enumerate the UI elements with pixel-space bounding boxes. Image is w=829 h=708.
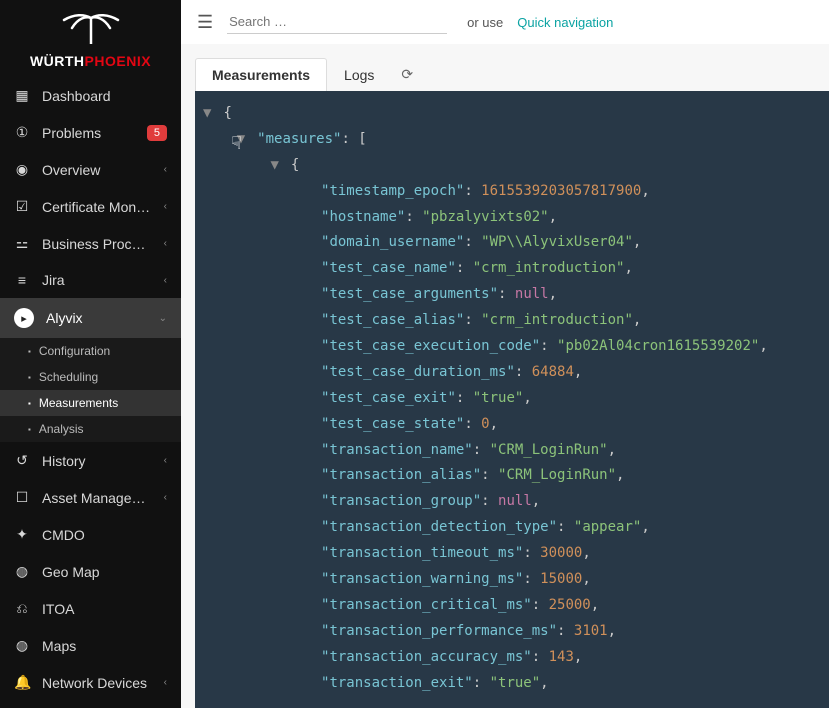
dashboard-icon: ▦ [14,87,30,104]
menu-toggle-icon[interactable]: ☰ [197,12,213,33]
json-field-line[interactable]: "transaction_timeout_ms": 30000, [203,541,821,567]
json-field-line[interactable]: "test_case_exit": "true", [203,386,821,412]
tab-measurements[interactable]: Measurements [195,58,327,91]
chevron-down-icon: ⌄ [159,313,167,324]
chevron-left-icon: ‹ [164,201,167,212]
json-field-line[interactable]: "transaction_name": "CRM_LoginRun", [203,438,821,464]
json-line[interactable]: ▼ { [203,153,821,179]
main-nav-lower: ↺History‹ ☐Asset Management‹ ✦CMDO ◍Geo … [0,442,181,701]
sidebar-item-asset[interactable]: ☐Asset Management‹ [0,479,181,516]
json-field-line[interactable]: "transaction_detection_type": "appear", [203,515,821,541]
chevron-left-icon: ‹ [164,677,167,688]
problems-badge: 5 [147,125,167,141]
sidebar-item-history[interactable]: ↺History‹ [0,442,181,479]
caret-down-icon[interactable]: ▼ [270,153,282,179]
sidebar-item-itoa[interactable]: ⎌ITOA [0,590,181,627]
alyvix-icon: ▸ [14,308,34,328]
caret-down-icon[interactable]: ▼ [237,127,249,153]
sidebar-item-dashboard[interactable]: ▦Dashboard [0,77,181,114]
search-input[interactable] [227,10,447,34]
json-field-line[interactable]: "test_case_arguments": null, [203,282,821,308]
sidebar-item-certmon[interactable]: ☑Certificate Monito…‹ [0,188,181,225]
subnav-configuration[interactable]: Configuration [0,338,181,364]
or-use-label: or use [467,15,503,30]
globe-icon: ◍ [14,637,30,654]
json-field-line[interactable]: "test_case_state": 0, [203,412,821,438]
json-field-line[interactable]: "transaction_critical_ms": 25000, [203,593,821,619]
history-icon: ↺ [14,452,30,469]
brand-text: WÜRTHPHOENIX [14,53,167,69]
sidebar-item-cmdo[interactable]: ✦CMDO [0,516,181,553]
subnav-scheduling[interactable]: Scheduling [0,364,181,390]
json-field-line[interactable]: "test_case_alias": "crm_introduction", [203,308,821,334]
json-field-line[interactable]: "transaction_exit": "true", [203,671,821,697]
sidebar: WÜRTHPHOENIX ▦Dashboard ①Problems5 ◉Over… [0,0,181,708]
wrench-icon: ✦ [14,526,30,543]
sidebar-item-overview[interactable]: ◉Overview‹ [0,151,181,188]
json-field-line[interactable]: "test_case_name": "crm_introduction", [203,256,821,282]
json-field-line[interactable]: "transaction_alias": "CRM_LoginRun", [203,463,821,489]
json-line[interactable]: ▼ "measures": [ [203,127,821,153]
subnav-measurements[interactable]: Measurements [0,390,181,416]
sidebar-item-netdev[interactable]: 🔔Network Devices‹ [0,664,181,701]
sidebar-item-jira[interactable]: ≡Jira‹ [0,262,181,298]
caret-down-icon[interactable]: ▼ [203,101,215,127]
chart-icon: ⎌ [14,600,30,617]
tab-bar: Measurements Logs ⟳ [181,44,829,91]
chevron-left-icon: ‹ [164,492,167,503]
sidebar-item-problems[interactable]: ①Problems5 [0,114,181,151]
topbar: ☰ or use Quick navigation [181,0,829,44]
sidebar-item-geomap[interactable]: ◍Geo Map [0,553,181,590]
bell-icon: 🔔 [14,674,30,691]
json-viewer[interactable]: ☟ ▼ { ▼ "measures": [ ▼ { "timestamp_epo… [195,91,829,708]
chevron-left-icon: ‹ [164,455,167,466]
json-field-line[interactable]: "timestamp_epoch": 1615539203057817900, [203,179,821,205]
alyvix-subnav: Configuration Scheduling Measurements An… [0,338,181,442]
json-field-line[interactable]: "transaction_accuracy_ms": 143, [203,645,821,671]
brand-logo: WÜRTHPHOENIX [0,0,181,77]
json-field-line[interactable]: "hostname": "pbzalyvixts02", [203,205,821,231]
palm-icon [14,10,167,49]
refresh-icon[interactable]: ⟳ [401,66,413,83]
main-nav: ▦Dashboard ①Problems5 ◉Overview‹ ☑Certif… [0,77,181,338]
tab-logs[interactable]: Logs [327,58,391,91]
json-field-line[interactable]: "test_case_execution_code": "pb02Al04cro… [203,334,821,360]
json-field-line[interactable]: "transaction_group": null, [203,489,821,515]
check-icon: ☑ [14,198,30,215]
globe-icon: ◍ [14,563,30,580]
json-field-line[interactable]: "test_case_duration_ms": 64884, [203,360,821,386]
json-field-line[interactable]: "transaction_performance_ms": 3101, [203,619,821,645]
alert-icon: ① [14,124,30,141]
chevron-left-icon: ‹ [164,238,167,249]
sidebar-item-alyvix[interactable]: ▸Alyvix⌄ [0,298,181,338]
json-field-line[interactable]: "transaction_warning_ms": 15000, [203,567,821,593]
list-icon: ≡ [14,272,30,288]
json-line[interactable]: ▼ { [203,101,821,127]
sidebar-item-bizproc[interactable]: ⚍Business Process…‹ [0,225,181,262]
sidebar-item-maps[interactable]: ◍Maps [0,627,181,664]
laptop-icon: ☐ [14,489,30,506]
subnav-analysis[interactable]: Analysis [0,416,181,442]
chevron-left-icon: ‹ [164,275,167,286]
camera-icon: ◉ [14,161,30,178]
json-field-line[interactable]: "domain_username": "WP\\AlyvixUser04", [203,230,821,256]
users-icon: ⚍ [14,235,30,252]
chevron-left-icon: ‹ [164,164,167,175]
quick-navigation-link[interactable]: Quick navigation [517,15,613,30]
main-content: ☰ or use Quick navigation Measurements L… [181,0,829,708]
